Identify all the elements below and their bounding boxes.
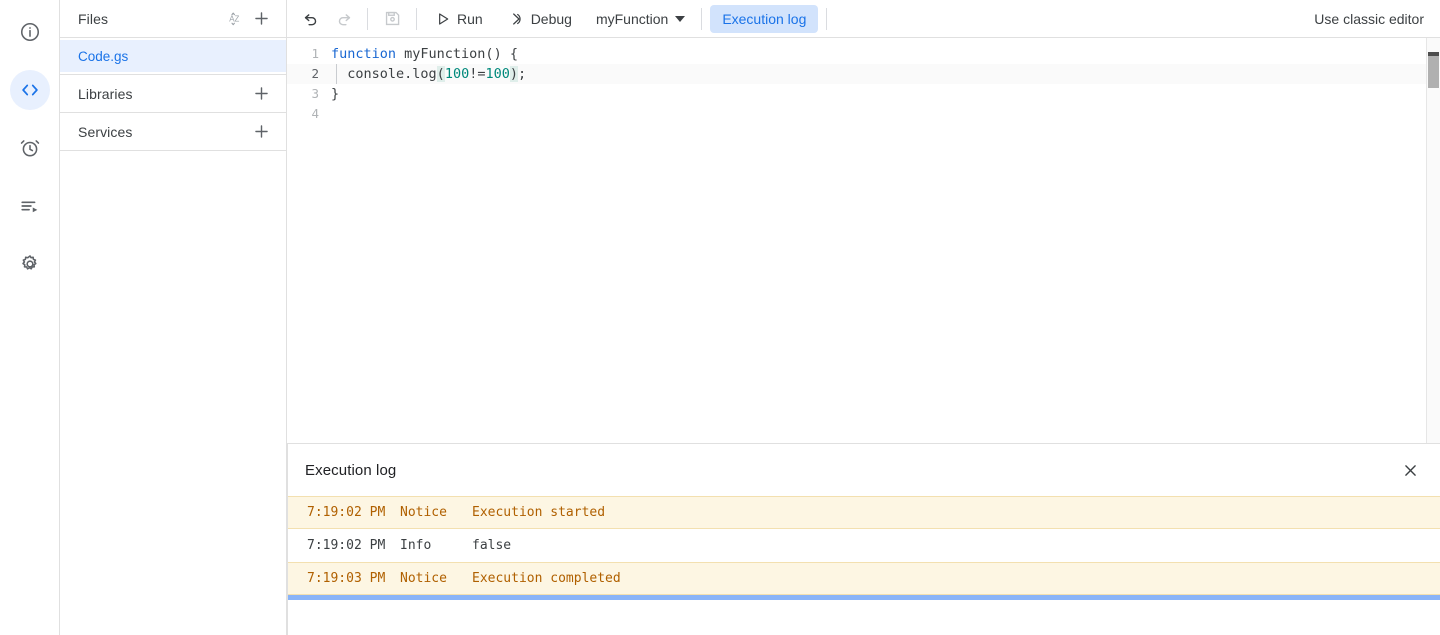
log-message: Execution started: [472, 505, 606, 520]
libraries-section-title: Libraries: [78, 85, 133, 102]
app-root: Files AZ Code.gs Libraries Services Run …: [0, 0, 1440, 635]
play-icon: [435, 11, 451, 27]
run-button[interactable]: Run: [425, 5, 493, 33]
function-selector[interactable]: myFunction: [586, 5, 693, 33]
code-token-punc: console.log: [331, 66, 437, 82]
indent-guide: [336, 64, 337, 84]
toolbar-divider-2: [416, 7, 417, 30]
editor-scrollbar-thumb[interactable]: [1428, 56, 1439, 88]
sort-az-icon[interactable]: AZ: [222, 6, 248, 32]
log-timestamp: 7:19:02 PM: [307, 505, 386, 520]
files-section-title: Files: [78, 10, 109, 27]
executions-list-icon: [19, 195, 41, 217]
left-icon-rail: [0, 0, 60, 635]
execution-log-title: Execution log: [305, 461, 397, 479]
code-token-brk: ): [509, 66, 518, 82]
redo-button[interactable]: [329, 5, 357, 33]
code-lines[interactable]: 1 function myFunction() {2 console.log(10…: [287, 38, 1440, 124]
use-classic-editor-link[interactable]: Use classic editor: [1314, 11, 1424, 27]
libraries-section-header[interactable]: Libraries: [60, 75, 286, 113]
file-list: Code.gs: [60, 38, 286, 75]
line-number: 2: [311, 66, 319, 81]
editor-vertical-scrollbar[interactable]: [1426, 38, 1440, 443]
alarm-clock-icon: [19, 137, 41, 159]
rail-item-editor[interactable]: [9, 70, 50, 110]
code-token-punc: !=: [469, 66, 486, 82]
close-icon[interactable]: [1394, 454, 1426, 486]
code-line[interactable]: 4: [287, 104, 1440, 124]
log-message: false: [472, 538, 512, 553]
log-timestamp: 7:19:03 PM: [307, 571, 386, 586]
run-label: Run: [457, 10, 483, 27]
toolbar-divider-4: [826, 7, 828, 30]
rail-item-overview[interactable]: [10, 12, 50, 52]
log-level: Notice: [400, 505, 447, 520]
code-text: console.log(100!=100);: [331, 64, 526, 84]
function-selector-value: myFunction: [595, 10, 669, 27]
code-token-kw: function: [331, 46, 397, 62]
log-row: 7:19:03 PM Notice Execution completed: [287, 562, 1440, 595]
file-item-label: Code.gs: [78, 48, 129, 64]
panel-left-border: [287, 444, 288, 635]
add-file-button[interactable]: [248, 6, 274, 32]
log-row: 7:19:02 PM Notice Execution started: [287, 496, 1440, 529]
debug-label: Debug: [530, 10, 572, 27]
execution-log-toggle-label: Execution log: [722, 10, 807, 27]
execution-log-rows: 7:19:02 PM Notice Execution started 7:19:02…: [287, 496, 1440, 595]
code-token-punc: myFunction() {: [396, 46, 518, 62]
line-number: 1: [311, 46, 319, 61]
code-line[interactable]: 2 console.log(100!=100);: [287, 64, 1440, 84]
execution-log-header: Execution log: [287, 444, 1440, 496]
execution-log-empty-space: [287, 600, 1440, 635]
code-token-punc: }: [331, 86, 340, 102]
toolbar-divider-3: [701, 7, 703, 30]
undo-button[interactable]: [297, 5, 325, 33]
save-button[interactable]: [378, 5, 406, 33]
gear-icon: [19, 253, 41, 275]
code-text: function myFunction() {: [331, 44, 518, 64]
chevron-down-icon: [675, 15, 686, 22]
use-classic-editor-label: Use classic editor: [1314, 10, 1424, 27]
code-token-num: 100: [444, 66, 470, 82]
add-service-button[interactable]: [248, 119, 274, 145]
file-item-code-gs[interactable]: Code.gs: [60, 40, 286, 72]
svg-text:AZ: AZ: [229, 14, 239, 23]
code-line[interactable]: 1 function myFunction() {: [287, 44, 1440, 64]
files-section-header: Files AZ: [60, 0, 286, 38]
main-area: Run Debug myFunction Execution log Use c…: [287, 0, 1440, 635]
rail-item-triggers[interactable]: [10, 128, 50, 168]
sidebar-empty-space: [60, 151, 286, 635]
code-line[interactable]: 3}: [287, 84, 1440, 104]
info-icon: [19, 21, 41, 43]
services-section-title: Services: [78, 123, 133, 140]
code-editor[interactable]: 1 function myFunction() {2 console.log(10…: [287, 38, 1440, 444]
log-level: Info: [400, 538, 432, 553]
code-icon: [19, 79, 41, 101]
toolbar-divider-1: [367, 7, 368, 30]
execution-log-panel: Execution log 7:19:02 PM Notice Execution …: [287, 444, 1440, 635]
rail-item-settings[interactable]: [10, 244, 50, 284]
execution-log-toggle[interactable]: Execution log: [710, 4, 819, 33]
log-level: Notice: [400, 571, 447, 586]
code-token-punc: ;: [518, 66, 527, 82]
code-token-num: 100: [485, 66, 510, 82]
services-section-header[interactable]: Services: [60, 113, 286, 151]
log-message: Execution completed: [472, 571, 621, 586]
file-sidebar: Files AZ Code.gs Libraries Services: [60, 0, 287, 635]
editor-toolbar: Run Debug myFunction Execution log Use c…: [287, 0, 1440, 38]
log-timestamp: 7:19:02 PM: [307, 538, 386, 553]
code-text: }: [331, 84, 339, 104]
log-row: 7:19:02 PM Info false: [287, 529, 1440, 562]
debug-button[interactable]: Debug: [499, 5, 582, 33]
line-number: 4: [311, 106, 319, 121]
add-library-button[interactable]: [248, 81, 274, 107]
code-token-brk: (: [436, 66, 445, 82]
rail-item-executions[interactable]: [10, 186, 50, 226]
debug-icon: [509, 11, 525, 27]
line-number: 3: [311, 86, 319, 101]
